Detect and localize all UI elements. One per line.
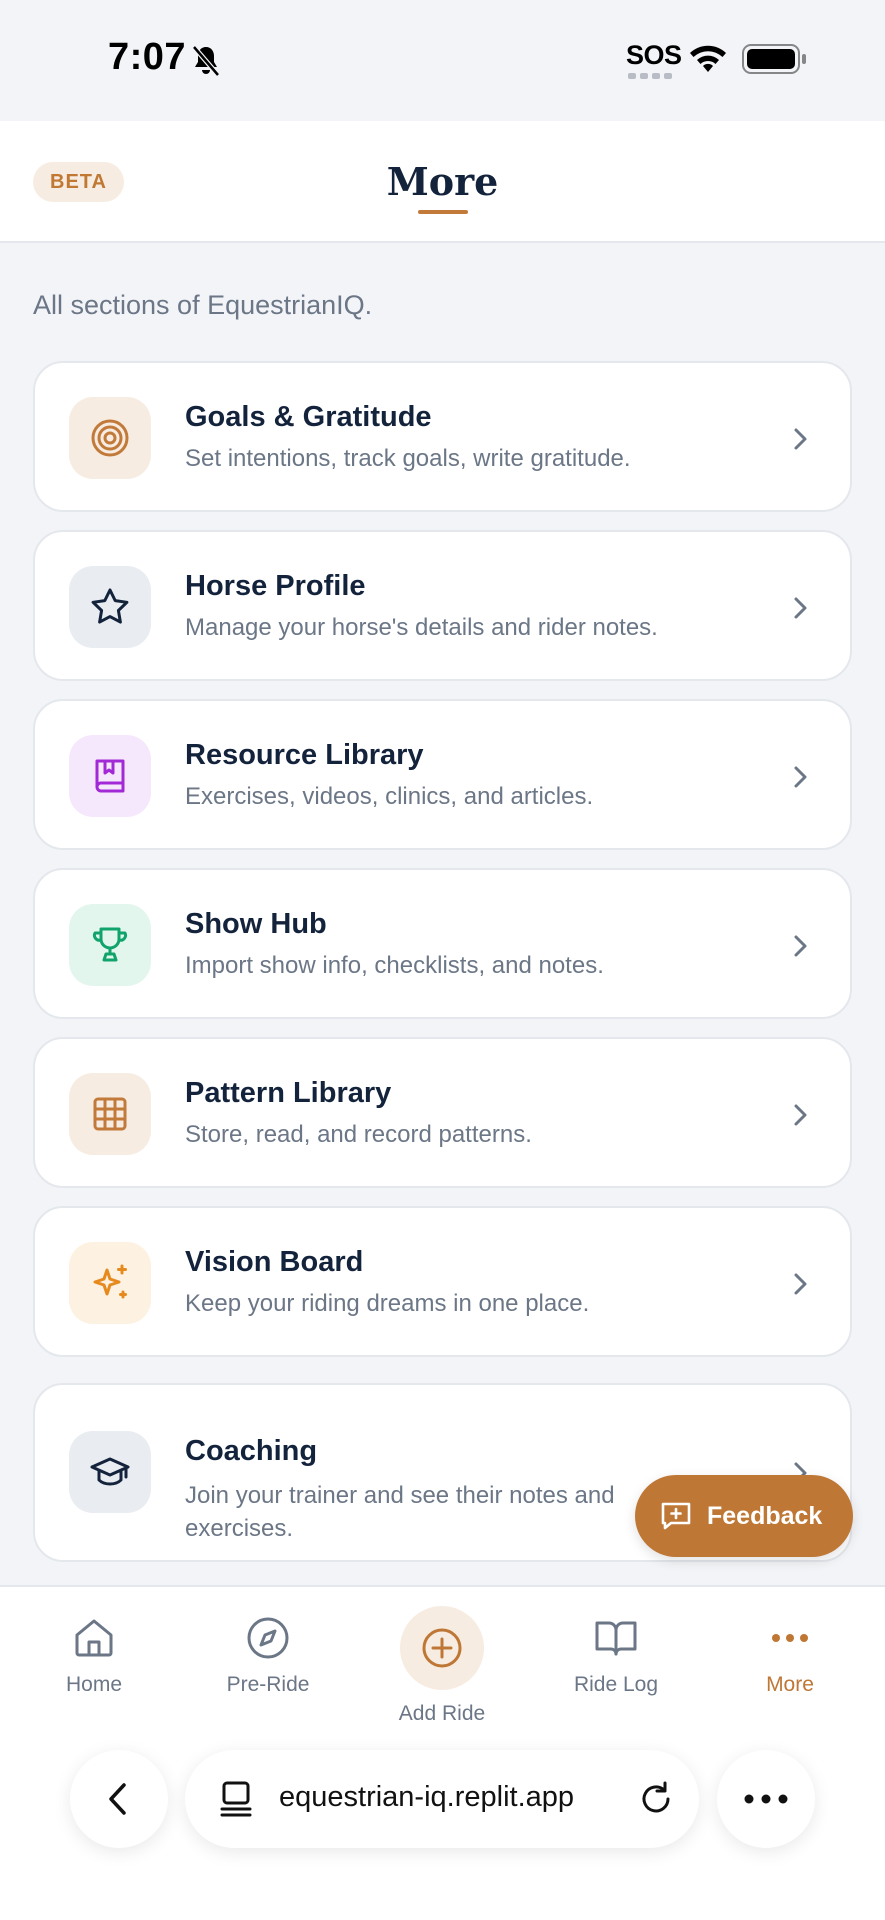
feedback-label: Feedback [707,1501,823,1530]
battery-icon [742,44,806,74]
nav-item-add-ride[interactable]: Add Ride [355,1606,529,1726]
card-description: Import show info, checklists, and notes. [185,952,604,979]
card-description: Set intentions, track goals, write grati… [185,445,631,472]
open-book-icon [595,1621,637,1656]
ellipsis-icon [744,1794,788,1804]
card-title: Goals & Gratitude [185,401,432,433]
status-bar: 7:07 SOS [0,0,885,121]
browser-back-button[interactable] [70,1750,168,1848]
section-card-show-hub[interactable]: Show Hub Import show info, checklists, a… [33,868,852,1019]
carrier-sos: SOS [626,40,682,70]
graduation-cap-icon [90,1457,130,1486]
card-description: Join your trainer and see their notes an… [185,1482,615,1542]
trophy-icon [93,927,127,962]
url-text: equestrian-iq.replit.app [279,1781,575,1813]
card-icon-bg [69,566,151,648]
signal-dots-icon [628,73,672,79]
card-description: Keep your riding dreams in one place. [185,1290,590,1317]
card-description: Exercises, videos, clinics, and articles… [185,783,594,810]
bell-muted-icon [192,45,220,77]
sparkles-icon [93,1264,127,1299]
card-title: Horse Profile [185,570,366,602]
nav-label: Ride Log [573,1673,659,1696]
compass-icon [247,1617,289,1659]
section-card-pattern-library[interactable]: Pattern Library Store, read, and record … [33,1037,852,1188]
chevron-right-icon [794,1104,807,1126]
card-icon-bg [69,397,151,479]
page-title: More [386,159,499,204]
app-header: BETA More [0,121,885,243]
chevron-right-icon [794,1273,807,1295]
add-ride-circle [400,1606,484,1690]
card-title: Coaching [185,1435,318,1467]
reload-icon[interactable] [637,1780,675,1818]
card-title: Resource Library [185,739,424,771]
card-title: Vision Board [185,1246,364,1278]
card-description: Store, read, and record patterns. [185,1121,532,1148]
page-subtitle: All sections of EquestrianIQ. [33,290,373,320]
card-title: Show Hub [185,908,327,940]
section-card-horse-profile[interactable]: Horse Profile Manage your horse's detail… [33,530,852,681]
section-card-resource-library[interactable]: Resource Library Exercises, videos, clin… [33,699,852,850]
chevron-left-icon [109,1783,126,1815]
chevron-right-icon [794,428,807,450]
card-title: Pattern Library [185,1077,392,1109]
nav-item-more[interactable]: More [703,1615,877,1697]
card-icon-bg [69,904,151,986]
nav-label: More [766,1673,814,1696]
nav-label: Add Ride [398,1702,486,1725]
book-icon [95,759,125,793]
nav-label: Pre-Ride [226,1673,310,1696]
message-plus-icon [661,1502,691,1530]
home-icon [75,1619,113,1657]
card-icon-bg [69,1073,151,1155]
section-card-vision-board[interactable]: Vision Board Keep your riding dreams in … [33,1206,852,1357]
plus-circle-icon [422,1628,462,1668]
nav-item-ride-log[interactable]: Ride Log [529,1615,703,1697]
card-icon-bg [69,1242,151,1324]
title-underline [418,210,468,214]
star-icon [91,588,129,624]
nav-item-pre-ride[interactable]: Pre-Ride [181,1615,355,1697]
nav-item-home[interactable]: Home [7,1615,181,1697]
browser-menu-button[interactable] [717,1750,815,1848]
chevron-right-icon [794,597,807,619]
section-card-goals-gratitude[interactable]: Goals & Gratitude Set intentions, track … [33,361,852,512]
url-bar[interactable]: equestrian-iq.replit.app [185,1750,699,1848]
target-icon [91,419,129,457]
nav-label: Home [65,1673,123,1696]
card-icon-bg [69,1431,151,1513]
chevron-right-icon [794,766,807,788]
tab-icon [220,1781,252,1817]
feedback-button[interactable]: Feedback [635,1475,853,1557]
wifi-icon [690,45,726,72]
status-time: 7:07 [108,36,187,78]
more-dots-icon [772,1634,808,1642]
card-description: Manage your horse's details and rider no… [185,614,658,641]
grid-icon [93,1097,127,1131]
chevron-right-icon [794,935,807,957]
card-icon-bg [69,735,151,817]
